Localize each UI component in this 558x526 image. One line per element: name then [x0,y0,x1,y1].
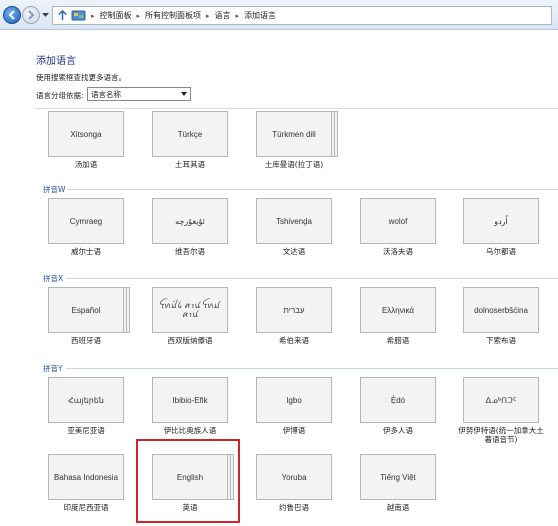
language-tile-iu[interactable]: ᐃᓄᒃᑎᑐᑦ 伊努伊特语(统一加拿大土著语音节) [458,377,545,444]
back-button[interactable] [3,6,21,24]
control-panel-icon [71,10,86,21]
language-chinese-name: 文达语 [282,247,306,256]
language-tile-tr[interactable]: Türkçe 土耳其语 [152,111,234,169]
language-chinese-name: 土库曼语(拉丁语) [264,160,324,169]
language-chinese-name: 乌尔都语 [486,247,516,256]
language-tile-ig[interactable]: Igbo 伊博语 [256,377,338,435]
language-native-name: Türkmen dili [256,111,332,157]
language-native-name: Türkçe [152,111,228,157]
language-chinese-name: 约鲁巴语 [279,503,309,512]
language-chinese-name: 印度尼西亚语 [63,503,109,512]
language-native-name: ꪼꪕꪣꪾꪉ ꪁꪱꪙ ꪼꪕꪣ ꪁꪱꪙ [152,287,228,333]
breadcrumb-separator-icon: ▸ [91,11,95,20]
language-native-name: wolof [360,198,436,244]
language-native-name: Español [48,287,124,333]
language-tile-wo[interactable]: wolof 沃洛夫语 [360,198,442,256]
language-native-name: Xitsonga [48,111,124,157]
language-tile-id[interactable]: Bahasa Indonesia 印度尼西亚语 [48,454,130,512]
language-chinese-name: 伊多人语 [383,426,413,435]
breadcrumb-add-language[interactable]: 添加语言 [244,10,276,21]
language-tile-sy[interactable]: ꪼꪕꪣꪾꪉ ꪁꪱꪙ ꪼꪕꪣ ꪁꪱꪙ 西双版纳傣语 [152,287,234,345]
language-chinese-name: 下索布语 [486,336,516,345]
language-chinese-name: 希腊语 [386,336,410,345]
language-tile-ts[interactable]: Xitsonga 汤加语 [48,111,130,169]
language-native-name: Cymraeg [48,198,124,244]
language-chinese-name: 伊努伊特语(统一加拿大土著语音节) [458,426,544,444]
language-chinese-name: 威尔士语 [71,247,101,256]
language-native-name: Հայերեն [48,377,124,423]
language-tile-tk[interactable]: Türkmen dili 土库曼语(拉丁语) [256,111,338,169]
language-tile-ve[interactable]: Tshivenḓa 文达语 [256,198,338,256]
selection-highlight-box [136,439,240,523]
forward-arrow-icon [28,10,35,20]
language-tile-yo[interactable]: Yoruba 约鲁巴语 [256,454,338,512]
group-by-select[interactable]: 语言名称 [87,87,191,101]
chevron-down-icon [181,92,187,96]
address-bar[interactable]: ▸ 控制面板 ▸ 所有控制面板项 ▸ 语言 ▸ 添加语言 [52,6,552,25]
language-tile-el[interactable]: Ελληνικά 希腊语 [360,287,442,345]
language-native-name: Ẹ̀dó [360,377,436,423]
language-native-name: Bahasa Indonesia [48,454,124,500]
language-tile-dsb[interactable]: dolnoserbšćina 下索布语 [463,287,545,345]
language-chinese-name: 汤加语 [74,160,98,169]
language-chinese-name: 伊博语 [282,426,306,435]
section-header-w: 拼音W [43,184,558,194]
language-chinese-name: 土耳其语 [175,160,205,169]
language-native-name: עברית [256,287,332,333]
section-header-x: 拼音X [43,273,558,283]
language-chinese-name: 西班牙语 [71,336,101,345]
language-chinese-name: 伊比比奥族人语 [163,426,217,435]
language-tile-cy[interactable]: Cymraeg 威尔士语 [48,198,130,256]
breadcrumb-separator-icon: ▸ [136,11,141,20]
language-native-name: Ibibio-Efik [152,377,228,423]
language-chinese-name: 希伯来语 [279,336,309,345]
language-tile-vi[interactable]: Tiếng Việt 越南语 [360,454,442,512]
language-tile-he[interactable]: עברית 希伯来语 [256,287,338,345]
search-hint: 使用搜索框查找更多语言。 [36,73,126,82]
language-chinese-name: 沃洛夫语 [383,247,413,256]
up-arrow-icon[interactable] [56,10,68,22]
language-tile-es[interactable]: Español 西班牙语 [48,287,130,345]
breadcrumb-separator-icon: ▸ [206,11,210,20]
language-tile-ug[interactable]: ئۇيغۇرچە 维吾尔语 [152,198,234,256]
language-native-name: Igbo [256,377,332,423]
language-tile-ibb[interactable]: Ibibio-Efik 伊比比奥族人语 [152,377,234,435]
language-native-name: Yoruba [256,454,332,500]
language-chinese-name: 亚美尼亚语 [67,426,105,435]
language-chinese-name: 越南语 [386,503,410,512]
language-list[interactable]: Xitsonga 汤加语 Türkçe 土耳其语 Türkmen dili 土库… [35,108,558,526]
back-arrow-icon [8,10,15,20]
language-native-name: Tshivenḓa [256,198,332,244]
group-by-value: 语言名称 [91,89,121,99]
language-tile-bin[interactable]: Ẹ̀dó 伊多人语 [360,377,442,435]
forward-button[interactable] [22,6,40,24]
language-native-name: Tiếng Việt [360,454,436,500]
language-chinese-name: 维吾尔语 [175,247,205,256]
language-tile-hy[interactable]: Հայերեն 亚美尼亚语 [48,377,130,435]
language-chinese-name: 西双版纳傣语 [167,336,213,345]
language-native-name: ᐃᓄᒃᑎᑐᑦ [463,377,539,423]
breadcrumb-control-panel[interactable]: 控制面板 [100,10,132,21]
section-header-y: 拼音Y [43,363,558,373]
language-native-name: Ελληνικά [360,287,436,333]
breadcrumb-all-items[interactable]: 所有控制面板项 [145,10,201,21]
group-by-label: 语言分组依据: [36,91,84,100]
language-native-name: ئۇيغۇرچە [152,198,228,244]
page-title: 添加语言 [36,56,76,67]
breadcrumb-language[interactable]: 语言 [215,10,231,21]
breadcrumb-separator-icon: ▸ [235,11,240,20]
language-native-name: dolnoserbšćina [463,287,539,333]
language-native-name: اُردو [463,198,539,244]
recent-pages-dropdown-icon[interactable] [42,11,49,18]
language-tile-ur[interactable]: اُردو 乌尔都语 [463,198,545,256]
address-toolbar: ▸ 控制面板 ▸ 所有控制面板项 ▸ 语言 ▸ 添加语言 [0,0,558,30]
